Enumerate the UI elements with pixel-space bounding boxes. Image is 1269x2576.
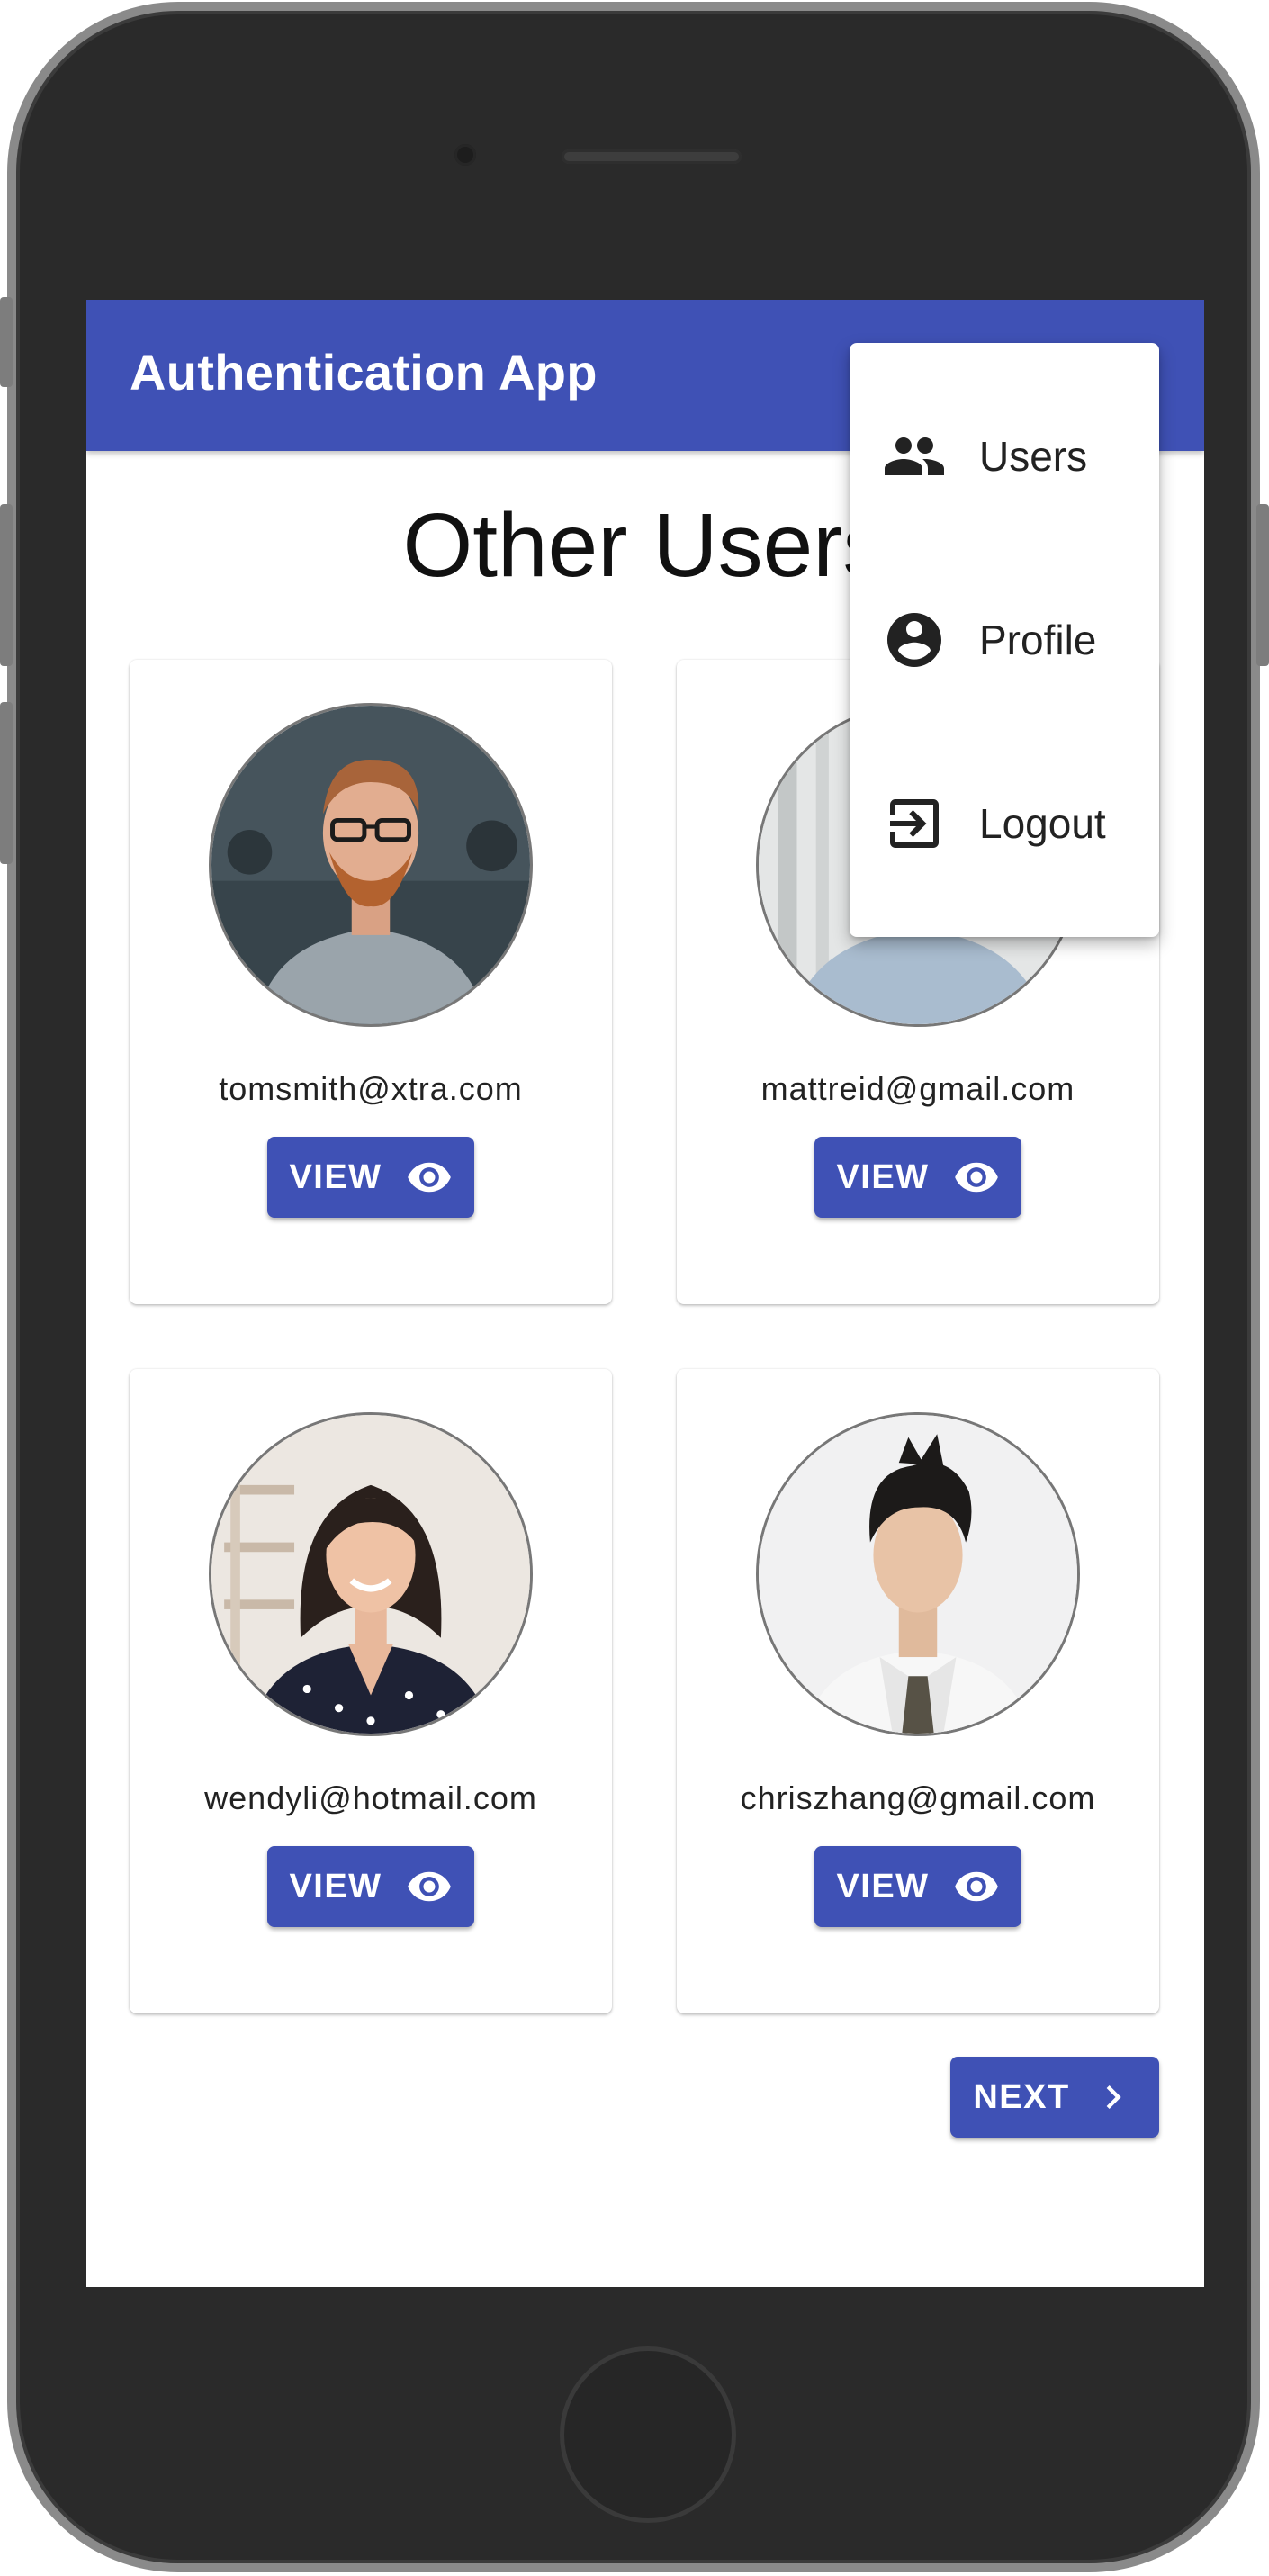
view-button-label: VIEW: [289, 1157, 382, 1196]
view-user-button[interactable]: VIEW: [814, 1846, 1022, 1927]
view-user-button[interactable]: VIEW: [267, 1137, 474, 1218]
volume-down-button: [0, 702, 13, 864]
user-email: mattreid@gmail.com: [760, 1070, 1076, 1107]
home-button[interactable]: [560, 2346, 736, 2523]
power-button: [1256, 504, 1269, 666]
user-email: tomsmith@xtra.com: [219, 1070, 523, 1107]
front-camera: [454, 144, 476, 166]
next-page-button[interactable]: NEXT: [950, 2057, 1159, 2138]
app-screen: Authentication App Other Users tomsmith@…: [86, 300, 1204, 2287]
menu-item-logout[interactable]: Logout: [850, 732, 1159, 915]
chevron-right-icon: [1106, 2085, 1121, 2109]
avatar: [209, 1412, 533, 1736]
eye-icon: [407, 1871, 451, 1902]
mute-switch: [0, 297, 13, 387]
eye-icon: [407, 1162, 451, 1193]
group-icon: [885, 437, 944, 475]
view-button-label: VIEW: [836, 1157, 930, 1196]
view-user-button[interactable]: VIEW: [267, 1846, 474, 1927]
user-photo-wendyli: [212, 1415, 530, 1734]
avatar: [209, 703, 533, 1027]
user-card: chriszhang@gmail.com VIEW: [677, 1369, 1159, 2013]
view-button-label: VIEW: [289, 1867, 382, 1905]
user-photo-tomsmith: [212, 706, 530, 1024]
menu-item-users[interactable]: Users: [850, 365, 1159, 548]
user-card: tomsmith@xtra.com VIEW: [130, 660, 612, 1304]
menu-item-profile[interactable]: Profile: [850, 548, 1159, 732]
avatar: [756, 1412, 1080, 1736]
user-card: wendyli@hotmail.com VIEW: [130, 1369, 612, 2013]
earpiece-speaker: [562, 149, 742, 164]
user-email: chriszhang@gmail.com: [740, 1779, 1096, 1816]
menu-item-label: Logout: [979, 800, 1106, 847]
menu-item-label: Users: [979, 433, 1088, 480]
navigation-menu: Users Profile Logout: [850, 343, 1159, 937]
view-user-button[interactable]: VIEW: [814, 1137, 1022, 1218]
eye-icon: [954, 1162, 998, 1193]
phone-frame: Authentication App Other Users tomsmith@…: [7, 2, 1260, 2572]
volume-up-button: [0, 504, 13, 666]
app-title: Authentication App: [130, 344, 598, 401]
eye-icon: [954, 1871, 998, 1902]
user-photo-chriszhang: [759, 1415, 1077, 1734]
menu-item-label: Profile: [979, 617, 1097, 663]
exit-to-app-icon: [890, 799, 939, 848]
account-circle-icon: [887, 613, 941, 667]
next-button-label: NEXT: [973, 2077, 1070, 2116]
user-email: wendyli@hotmail.com: [204, 1779, 537, 1816]
view-button-label: VIEW: [836, 1867, 930, 1905]
